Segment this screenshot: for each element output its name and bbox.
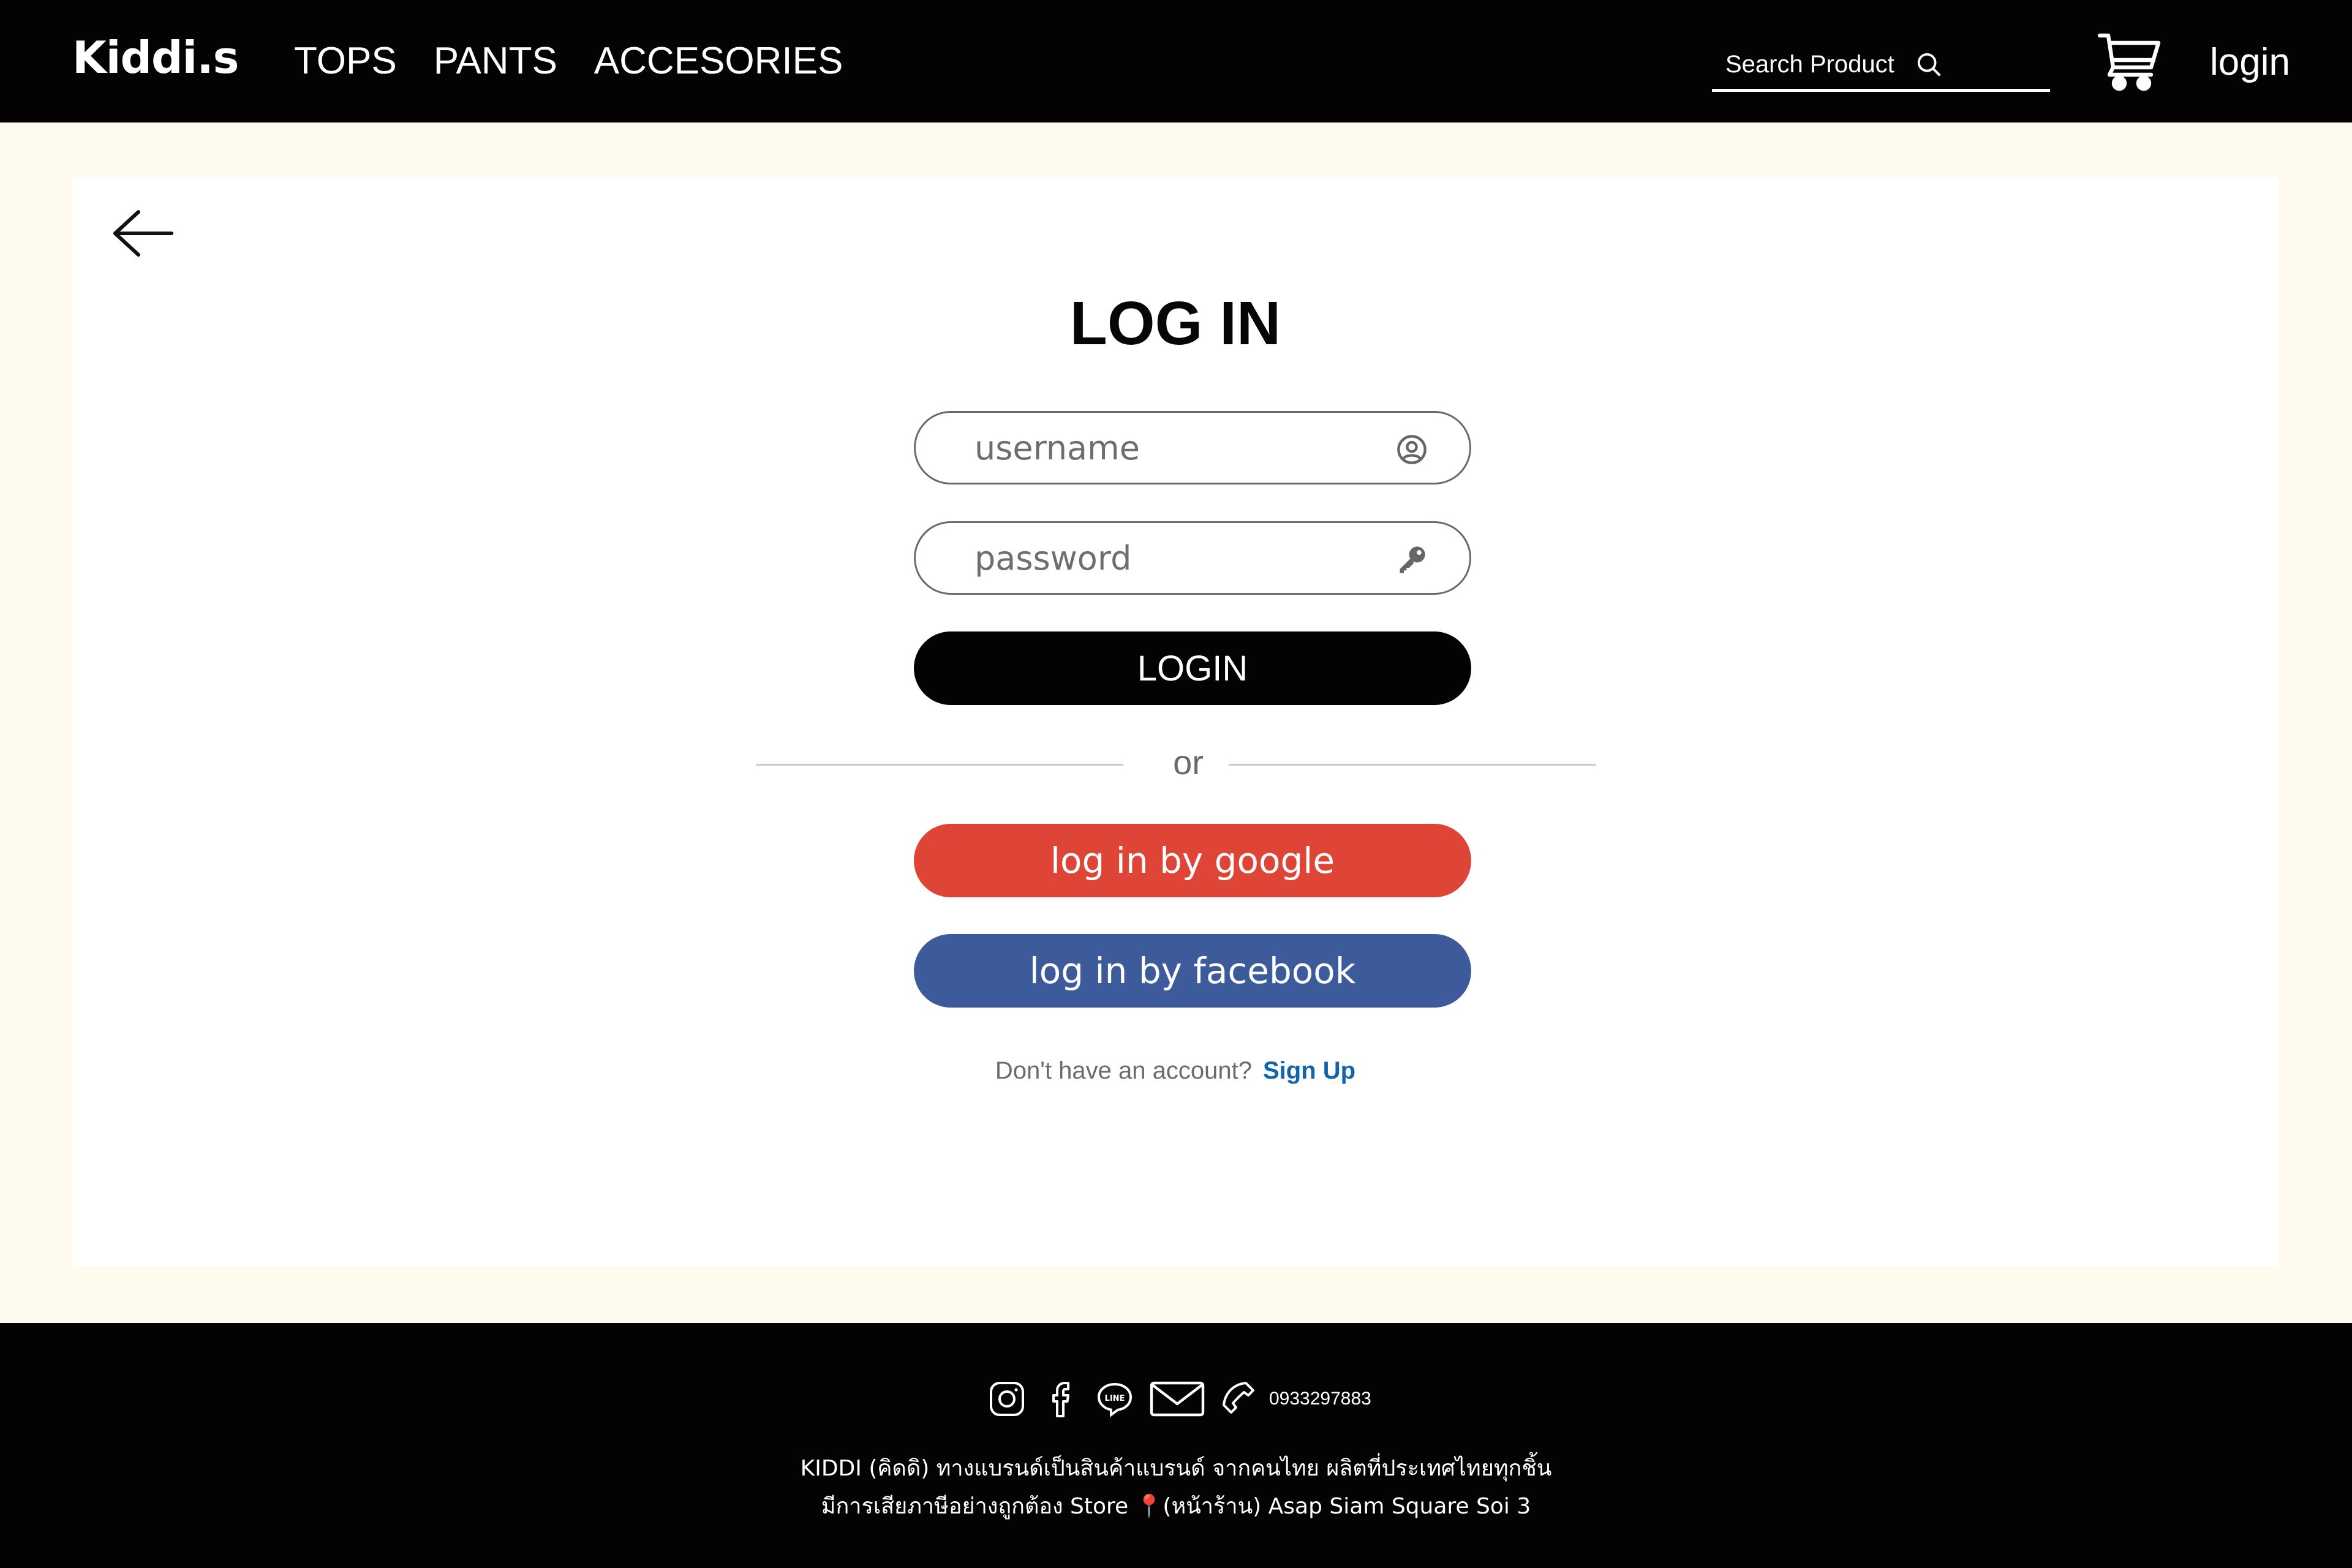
username-input[interactable] [974,428,1366,467]
nav-item-pants[interactable]: PANTS [434,38,557,85]
mail-icon[interactable] [1149,1379,1205,1419]
main-nav: TOPS PANTS ACCESORIES [294,38,843,85]
login-button[interactable]: LOGIN [914,631,1471,705]
search-input[interactable] [1725,51,1909,78]
divider-left [756,764,1123,766]
signup-prompt-text: Don't have an account? [995,1057,1252,1084]
header-login-link[interactable]: login [2210,40,2290,84]
social-links: LINE 0933297883 [987,1376,1371,1422]
username-field [914,411,1471,484]
instagram-icon[interactable] [987,1379,1027,1419]
phone-number: 0933297883 [1269,1389,1371,1409]
user-circle-icon [1397,435,1427,464]
top-navbar: Kiddi.s TOPS PANTS ACCESORIES login [0,0,2352,123]
svg-text:LINE: LINE [1105,1394,1125,1403]
nav-item-tops[interactable]: TOPS [294,38,397,85]
line-icon[interactable]: LINE [1095,1379,1134,1419]
google-login-button[interactable]: log in by google [914,824,1471,897]
footer-description-line2: มีการเสียภาษีอย่างถูกต้อง Store 📍(หน้าร้… [821,1494,1531,1519]
search-icon[interactable] [1915,51,1943,79]
or-separator: or [1173,743,1204,782]
login-card: LOG IN LOGIN or log in by google log in … [72,178,2278,1267]
back-arrow-icon[interactable] [109,206,176,261]
key-icon [1400,546,1425,573]
password-input[interactable] [974,538,1366,578]
phone-icon[interactable] [1220,1379,1259,1419]
page-title: LOG IN [1069,289,1281,358]
signup-link[interactable]: Sign Up [1263,1057,1355,1085]
facebook-login-button[interactable]: log in by facebook [914,934,1471,1008]
nav-item-accesories[interactable]: ACCESORIES [594,38,843,85]
footer: LINE 0933297883 KIDDI (คิดดิ) ทางแบรนด์เ… [0,1323,2352,1568]
password-field [914,521,1471,595]
divider-right [1229,764,1596,766]
footer-description-line1: KIDDI (คิดดิ) ทางแบรนด์เป็นสินค้าแบรนด์ … [800,1456,1552,1481]
brand-logo[interactable]: Kiddi.s [72,32,239,83]
facebook-icon[interactable] [1041,1379,1080,1419]
signup-prompt-row: Don't have an account? Sign Up [72,1057,2278,1085]
cart-icon[interactable] [2097,31,2162,92]
search-bar [1712,40,2050,92]
